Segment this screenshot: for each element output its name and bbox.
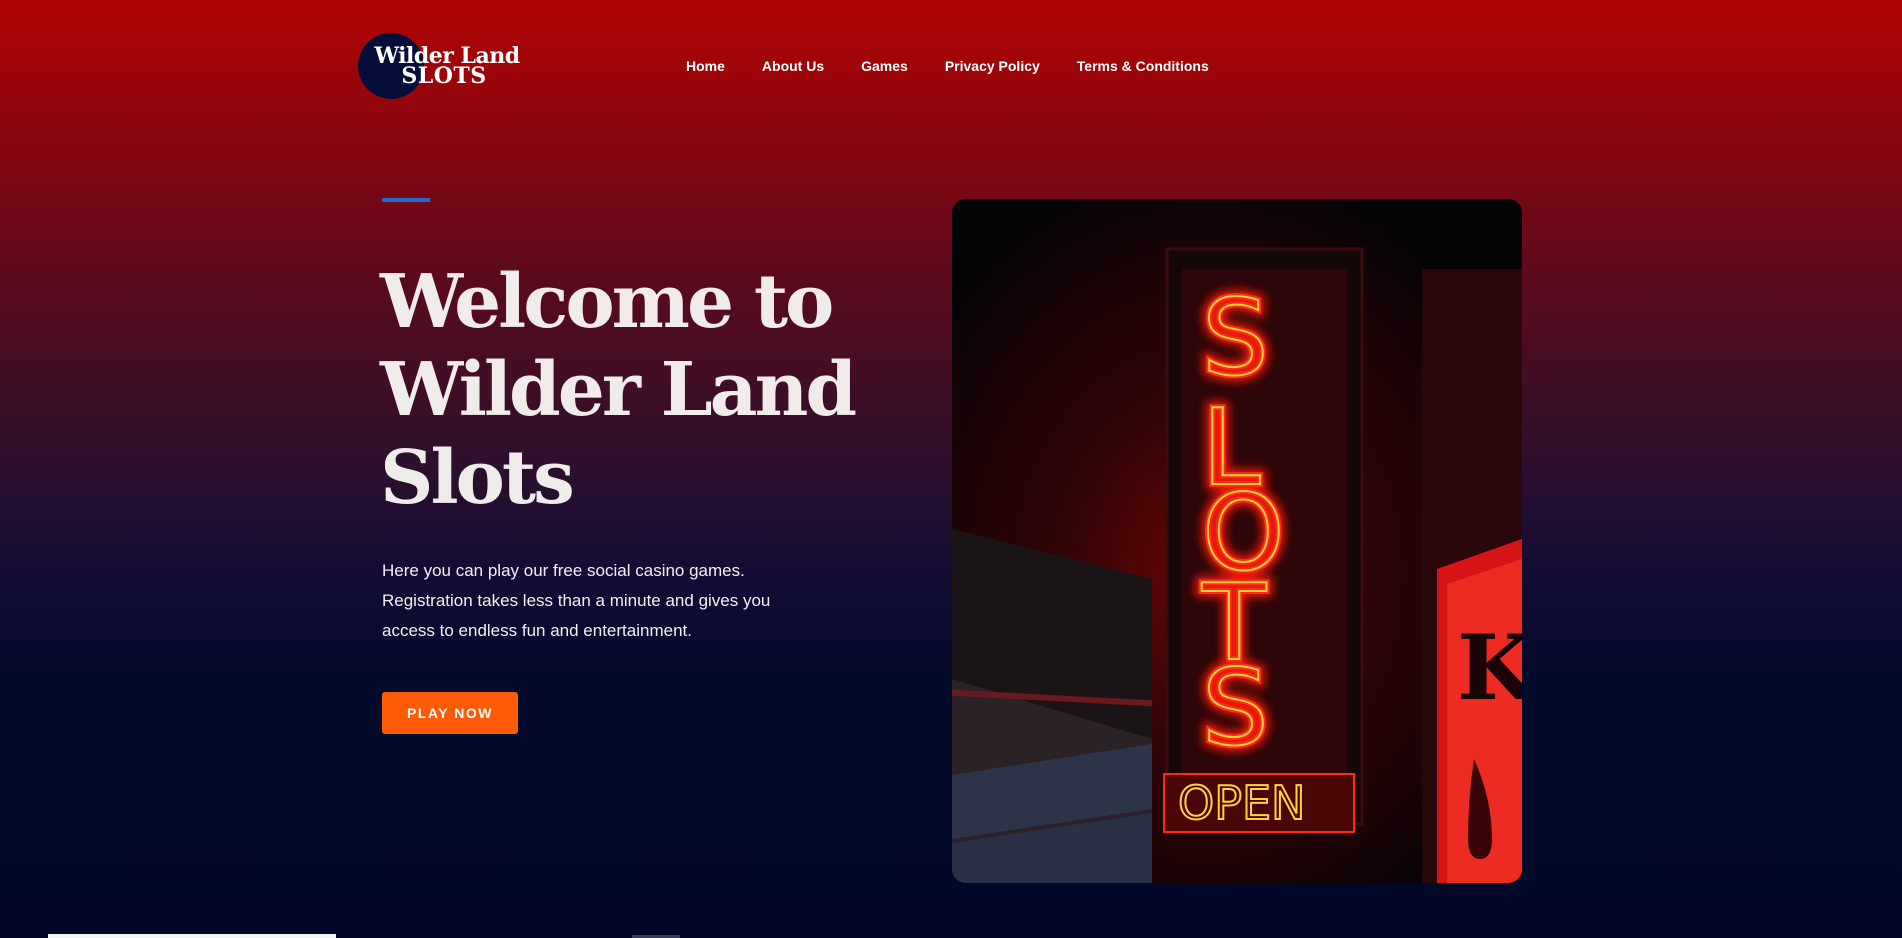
nav-terms-conditions[interactable]: Terms & Conditions: [1077, 58, 1209, 74]
neon-sign-illustration: K S L O T S S S L L O O T T S S OPEN: [952, 199, 1522, 883]
nav-about-us[interactable]: About Us: [762, 58, 824, 74]
hero-description-line-1: Here you can play our free social casino…: [382, 561, 745, 580]
nav-home[interactable]: Home: [686, 58, 725, 74]
hero-title-line-3: Slots: [380, 435, 575, 521]
site-header: Wilder Land SLOTS Home About Us Games Pr…: [0, 0, 1902, 130]
nav-privacy-policy[interactable]: Privacy Policy: [945, 58, 1040, 74]
title-accent-bar: [382, 198, 430, 202]
hero-title-line-1: Welcome to: [380, 259, 834, 345]
logo-line-2: SLOTS: [401, 63, 487, 89]
hero-image-neon-slots-sign: K S L O T S S S L L O O T T S S OPEN: [952, 199, 1522, 883]
card-rank-text: K: [1457, 615, 1522, 721]
open-sign-text: OPEN: [1178, 776, 1305, 830]
hero-description-line-3: access to endless fun and entertainment.: [382, 621, 692, 640]
play-now-button[interactable]: PLAY NOW: [382, 692, 518, 734]
hero-description: Here you can play our free social casino…: [382, 556, 812, 646]
svg-text:S: S: [1202, 647, 1269, 769]
site-logo[interactable]: Wilder Land SLOTS: [358, 32, 520, 102]
hero-title-line-2: Wilder Land: [380, 347, 857, 433]
main-nav: Home About Us Games Privacy Policy Terms…: [686, 58, 1246, 74]
svg-text:S: S: [1202, 277, 1269, 399]
hero-title: Welcome to Wilder Land Slots: [380, 258, 860, 522]
logo-text: Wilder Land SLOTS: [367, 45, 527, 87]
bottom-progress-line: [48, 934, 336, 938]
hero-description-line-2: Registration takes less than a minute an…: [382, 591, 771, 610]
nav-games[interactable]: Games: [861, 58, 908, 74]
